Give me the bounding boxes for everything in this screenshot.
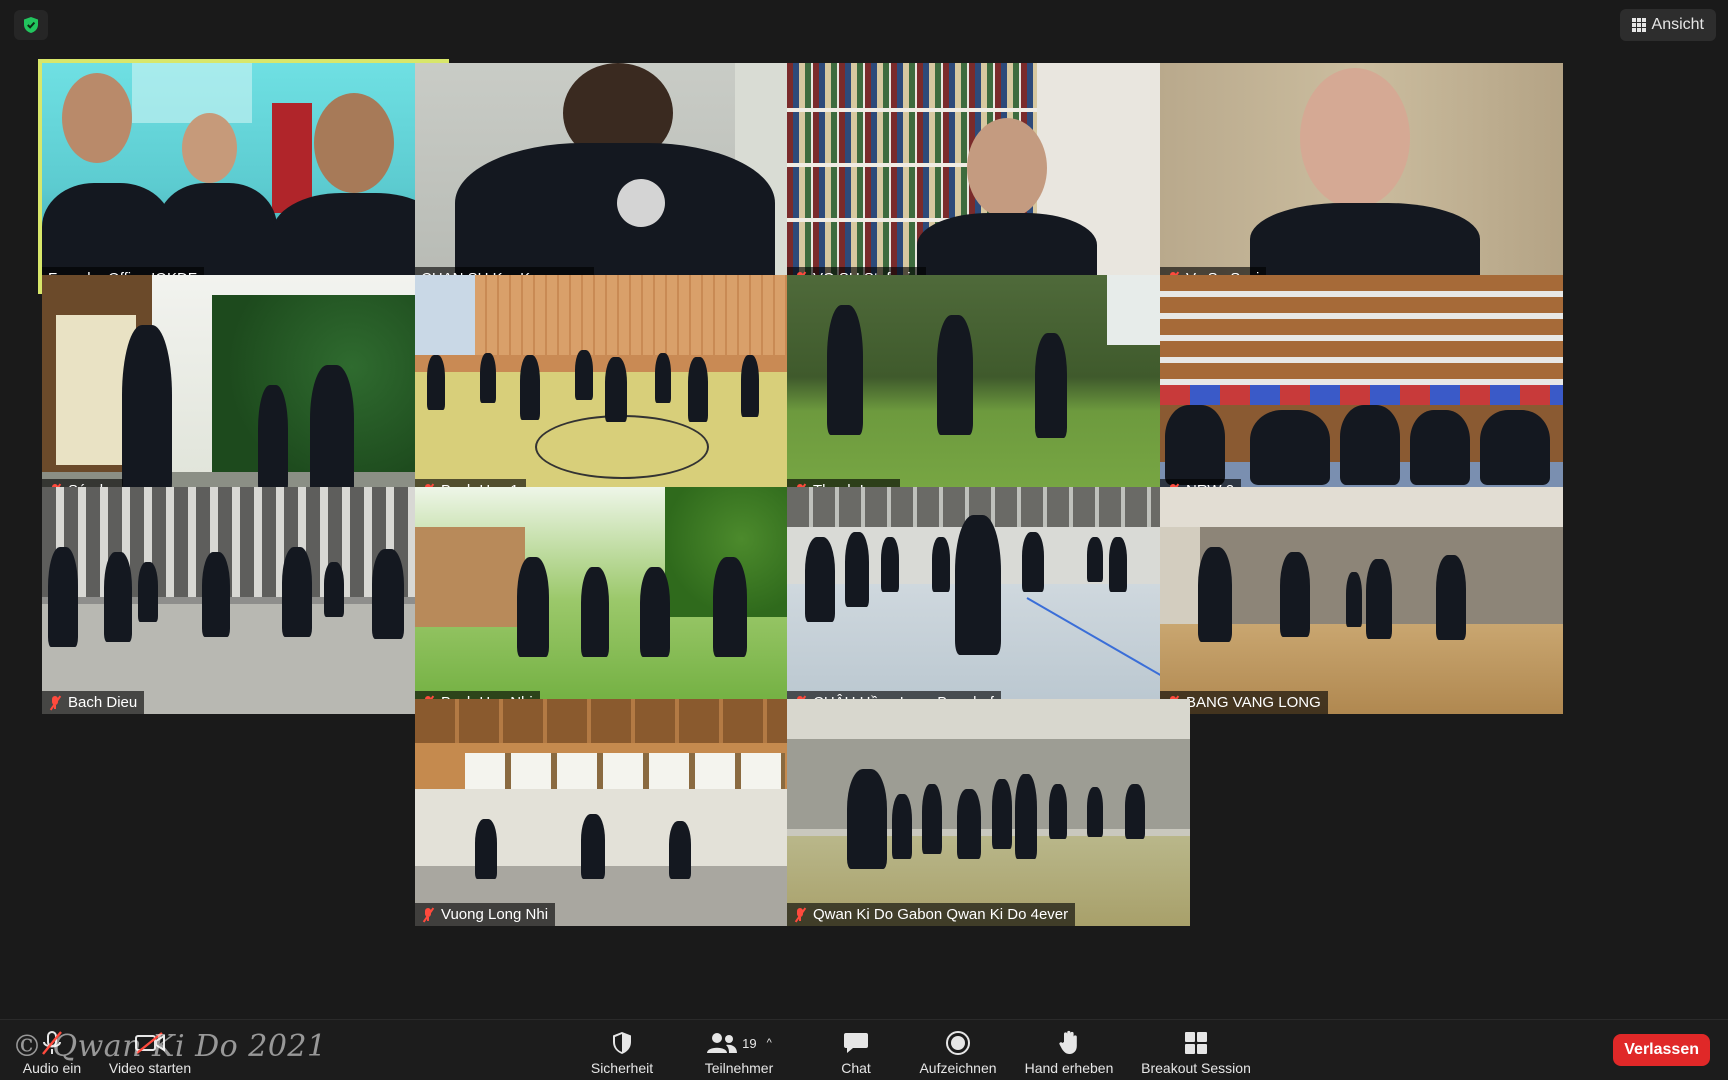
chat-button[interactable]: Chat bbox=[828, 1024, 884, 1076]
view-button[interactable]: Ansicht bbox=[1619, 9, 1716, 41]
video-tile-vo-su-stefanie[interactable]: VO SU Stefanie bbox=[787, 63, 1190, 290]
start-video-button[interactable]: Video starten bbox=[106, 1024, 194, 1076]
participant-count: 19 bbox=[742, 1035, 757, 1051]
record-button-label: Aufzeichnen bbox=[919, 1060, 997, 1076]
view-button-label: Ansicht bbox=[1651, 16, 1704, 33]
participant-name: Bach Dieu bbox=[68, 694, 138, 711]
video-tile-sandor[interactable]: Sándor bbox=[42, 275, 445, 502]
grid-view-icon bbox=[1631, 18, 1646, 32]
video-tile-nrw-2[interactable]: NRW 2 bbox=[1160, 275, 1563, 502]
video-tile-thanh-long[interactable]: Thanh Long bbox=[787, 275, 1190, 502]
muted-microphone-icon bbox=[421, 906, 435, 923]
video-tile-chau-hong-long[interactable]: CHÂU Hồng Long Borsdorf bbox=[787, 487, 1190, 714]
participants-icon: 19 ^ bbox=[706, 1030, 772, 1056]
raise-hand-button[interactable]: Hand erheben bbox=[1020, 1024, 1118, 1076]
video-tile-bach-hac-nhi[interactable]: Bach Hac Nhi bbox=[415, 487, 818, 714]
participants-button-label: Teilnehmer bbox=[704, 1060, 774, 1076]
video-tile-qwan-ki-do-gabon[interactable]: Qwan Ki Do Gabon Qwan Ki Do 4ever bbox=[787, 699, 1190, 926]
video-tile-bang-vang-long[interactable]: BANG VANG LONG bbox=[1160, 487, 1563, 714]
participant-nameplate: Qwan Ki Do Gabon Qwan Ki Do 4ever bbox=[787, 903, 1076, 926]
meeting-toolbar: Audio ein Video starten Sicherheit 19 ^ … bbox=[0, 1019, 1728, 1080]
video-tile-bach-dieu[interactable]: Bach Dieu bbox=[42, 487, 445, 714]
muted-microphone-icon bbox=[793, 906, 807, 923]
hand-icon bbox=[1058, 1030, 1080, 1056]
participant-name: Qwan Ki Do Gabon Qwan Ki Do 4ever bbox=[813, 906, 1069, 923]
muted-microphone-icon bbox=[41, 1030, 63, 1056]
participant-name: BANG VANG LONG bbox=[1186, 694, 1321, 711]
video-tile-vuong-long-nhi[interactable]: Vuong Long Nhi bbox=[415, 699, 818, 926]
video-tile-vo-su-susi[interactable]: Vo Su Susi bbox=[1160, 63, 1563, 290]
shield-icon bbox=[611, 1030, 633, 1056]
video-tile-chan-su-kra[interactable]: CHAN SU Kra Kossonou bbox=[415, 63, 818, 290]
encryption-shield-icon[interactable] bbox=[14, 10, 48, 40]
audio-button-label: Audio ein bbox=[22, 1060, 82, 1076]
video-off-icon bbox=[134, 1030, 166, 1056]
record-button[interactable]: Aufzeichnen bbox=[914, 1024, 1002, 1076]
muted-microphone-icon bbox=[48, 694, 62, 711]
audio-button[interactable]: Audio ein bbox=[22, 1024, 82, 1076]
security-button[interactable]: Sicherheit bbox=[582, 1024, 662, 1076]
participants-button[interactable]: 19 ^ Teilnehmer bbox=[694, 1024, 784, 1076]
chat-button-label: Chat bbox=[841, 1060, 871, 1076]
participant-name: Vuong Long Nhi bbox=[441, 906, 549, 923]
zoom-meeting-window: Ansicht Founder Office IQKDF CHAN SU Kra… bbox=[0, 0, 1728, 1080]
chat-bubble-icon bbox=[843, 1030, 869, 1056]
participant-nameplate: Vuong Long Nhi bbox=[415, 903, 556, 926]
security-button-label: Sicherheit bbox=[590, 1060, 654, 1076]
video-tile-bach-hac-1[interactable]: Bach Hac 1 bbox=[415, 275, 818, 502]
leave-meeting-button-label: Verlassen bbox=[1624, 1041, 1699, 1058]
breakout-grid-icon bbox=[1184, 1030, 1208, 1056]
video-tile-founder-office[interactable]: Founder Office IQKDF bbox=[38, 59, 449, 294]
participant-nameplate: Bach Dieu bbox=[42, 691, 145, 714]
chevron-up-icon[interactable]: ^ bbox=[767, 1037, 772, 1049]
breakout-session-button-label: Breakout Session bbox=[1141, 1060, 1251, 1076]
breakout-session-button[interactable]: Breakout Session bbox=[1136, 1024, 1256, 1076]
leave-meeting-button[interactable]: Verlassen bbox=[1613, 1034, 1710, 1066]
start-video-button-label: Video starten bbox=[108, 1060, 192, 1076]
record-icon bbox=[945, 1030, 971, 1056]
raise-hand-button-label: Hand erheben bbox=[1024, 1060, 1114, 1076]
